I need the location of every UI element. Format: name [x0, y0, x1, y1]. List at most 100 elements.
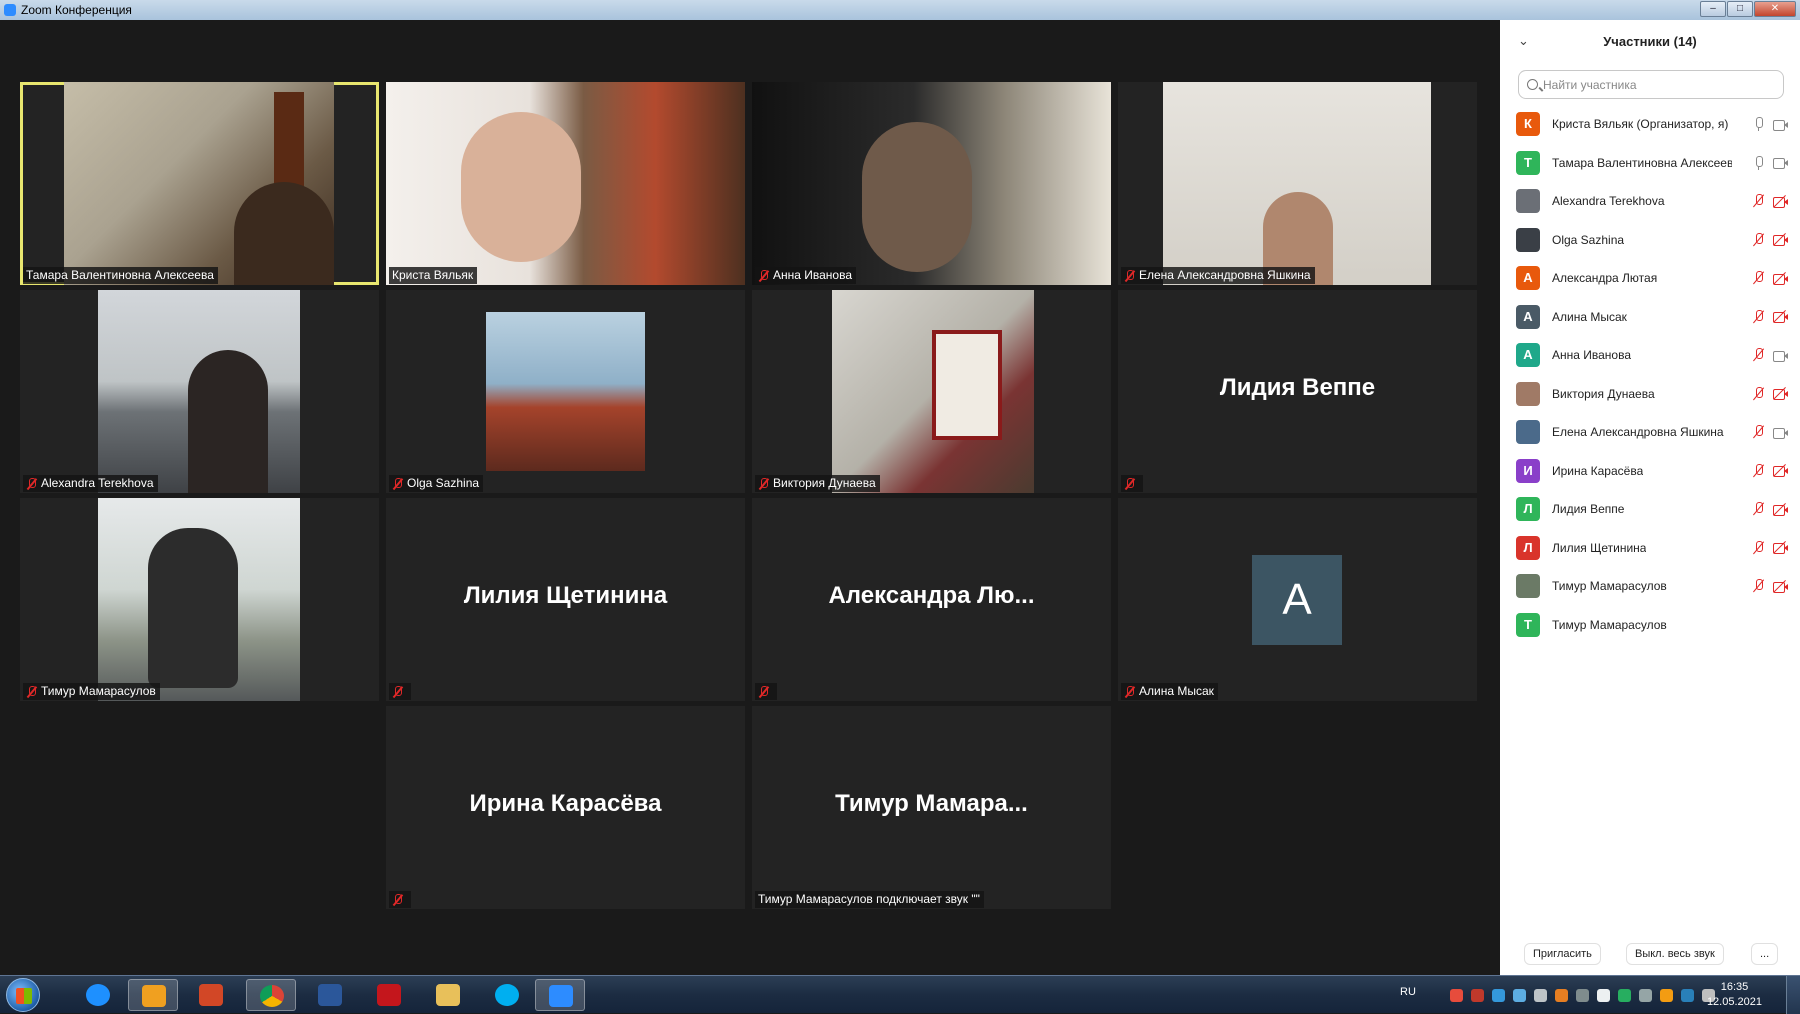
minimize-button[interactable]: – — [1700, 1, 1726, 17]
mic-muted-icon[interactable] — [1753, 425, 1764, 439]
language-indicator[interactable]: RU — [1400, 986, 1416, 998]
clock[interactable]: 16:35 12.05.2021 — [1707, 980, 1762, 1010]
powerpoint-icon[interactable] — [186, 979, 236, 1011]
participant-name-tag — [1121, 475, 1143, 492]
participant-avatar — [1516, 574, 1540, 599]
mic-muted-icon[interactable] — [1753, 348, 1764, 362]
invite-button[interactable]: Пригласить — [1524, 943, 1601, 965]
participant-row[interactable]: К Криста Вяльяк (Организатор, я) — [1500, 105, 1800, 144]
more-options-button[interactable]: ... — [1751, 943, 1779, 965]
mic-muted-icon[interactable] — [1753, 309, 1764, 324]
video-tile[interactable]: Тамара Валентиновна Алексеева — [20, 82, 379, 285]
internet-explorer-icon[interactable] — [73, 979, 123, 1011]
file-explorer-icon[interactable] — [423, 979, 473, 1011]
video-tile[interactable]: Анна Иванова — [752, 82, 1111, 285]
mic-muted-icon[interactable] — [1753, 386, 1764, 401]
participant-name-tag: Olga Sazhina — [389, 475, 484, 492]
participant-name: Анна Иванова — [1552, 348, 1632, 363]
acrobat-tray-icon[interactable] — [1471, 989, 1484, 1002]
mute-all-button[interactable]: Выкл. весь звук — [1626, 943, 1724, 965]
flag-icon[interactable] — [1597, 989, 1610, 1002]
acrobat-icon[interactable] — [364, 979, 414, 1011]
participant-name-tag: Анна Иванова — [755, 267, 857, 284]
video-tile[interactable]: Olga Sazhina — [386, 290, 745, 493]
video-tile[interactable]: Лидия Веппе — [1118, 290, 1477, 493]
close-button[interactable]: ✕ — [1754, 1, 1796, 17]
volume-icon[interactable] — [1534, 989, 1547, 1002]
participant-row[interactable]: А Александра Лютая — [1500, 259, 1800, 298]
video-tile[interactable]: Криста Вяльяк — [386, 82, 745, 285]
video-tile[interactable]: Виктория Дунаева — [752, 290, 1111, 493]
search-input[interactable] — [1543, 77, 1763, 92]
word-icon[interactable] — [305, 979, 355, 1011]
participant-row[interactable]: А Алина Мысак — [1500, 298, 1800, 337]
participant-name-tag: Криста Вяльяк — [389, 267, 478, 284]
tile-name: Елена Александровна Яшкина — [1139, 268, 1311, 282]
signal-icon[interactable] — [1639, 989, 1652, 1002]
camera-icon[interactable] — [1773, 427, 1788, 439]
mute-tray-icon[interactable] — [1576, 989, 1589, 1002]
participant-row[interactable]: Olga Sazhina — [1500, 221, 1800, 260]
chrome-icon[interactable] — [246, 979, 296, 1011]
participant-avatar — [1516, 381, 1540, 406]
mic-icon[interactable] — [1753, 155, 1764, 170]
start-button[interactable] — [6, 978, 40, 1012]
nvidia-icon[interactable] — [1618, 989, 1631, 1002]
participant-row[interactable]: Т Тамара Валентиновна Алексеева — [1500, 144, 1800, 183]
participant-name: Алина Мысак — [1552, 309, 1627, 324]
camera-icon[interactable] — [1773, 350, 1788, 362]
mic-muted-icon[interactable] — [1753, 232, 1764, 247]
camera-off-icon[interactable] — [1773, 386, 1788, 401]
participant-row[interactable]: И Ирина Карасёва — [1500, 452, 1800, 491]
video-tile[interactable]: Ирина Карасёва — [386, 706, 745, 909]
mic-muted-icon[interactable] — [1753, 579, 1764, 593]
participant-row[interactable]: Л Лидия Веппе — [1500, 490, 1800, 529]
zoom-tray-icon[interactable] — [1492, 989, 1505, 1002]
video-tile[interactable]: Елена Александровна Яшкина — [1118, 82, 1477, 285]
camera-off-icon[interactable] — [1773, 309, 1788, 324]
zoom-icon[interactable] — [535, 979, 585, 1011]
mic-muted-icon[interactable] — [1753, 502, 1764, 516]
video-tile[interactable]: Лилия Щетинина — [386, 498, 745, 701]
participant-row[interactable]: Тимур Мамарасулов — [1500, 567, 1800, 606]
mic-muted-icon — [392, 685, 403, 698]
camera-off-icon[interactable] — [1773, 194, 1788, 208]
participant-row[interactable]: Л Лилия Щетинина — [1500, 529, 1800, 568]
mic-muted-icon[interactable] — [1753, 463, 1764, 478]
participant-row[interactable]: Виктория Дунаева — [1500, 375, 1800, 414]
video-tile[interactable]: Александра Лю... — [752, 498, 1111, 701]
windows-logo-icon — [16, 988, 32, 1004]
participant-row[interactable]: А Анна Иванова — [1500, 336, 1800, 375]
camera-off-icon[interactable] — [1773, 232, 1788, 247]
mic-icon[interactable] — [1753, 117, 1764, 131]
participant-status-icons — [1753, 271, 1788, 285]
media-player-icon[interactable] — [128, 979, 178, 1011]
camera-off-icon[interactable] — [1773, 540, 1788, 555]
skype-icon[interactable] — [482, 979, 532, 1011]
update-icon[interactable] — [1660, 989, 1673, 1002]
camera-icon[interactable] — [1773, 157, 1788, 169]
bluetooth-icon[interactable] — [1681, 989, 1694, 1002]
camera-off-icon[interactable] — [1773, 271, 1788, 285]
video-tile[interactable]: Alexandra Terekhova — [20, 290, 379, 493]
camera-icon[interactable] — [1773, 119, 1788, 131]
maximize-button[interactable]: □ — [1727, 1, 1753, 17]
participant-search[interactable] — [1518, 70, 1784, 99]
app-tray-icon[interactable] — [1555, 989, 1568, 1002]
camera-off-icon[interactable] — [1773, 502, 1788, 516]
participant-row[interactable]: Елена Александровна Яшкина — [1500, 413, 1800, 452]
mic-muted-icon[interactable] — [1753, 194, 1764, 208]
participant-status-icons — [1753, 386, 1788, 401]
video-tile[interactable]: A Алина Мысак — [1118, 498, 1477, 701]
camera-off-icon[interactable] — [1773, 579, 1788, 593]
participant-row[interactable]: Alexandra Terekhova — [1500, 182, 1800, 221]
video-tile[interactable]: Тимур Мамара... Тимур Мамарасулов подклю… — [752, 706, 1111, 909]
mic-muted-icon[interactable] — [1753, 271, 1764, 285]
yandex-icon[interactable] — [1450, 989, 1463, 1002]
mic-muted-icon[interactable] — [1753, 540, 1764, 555]
network-icon[interactable] — [1513, 989, 1526, 1002]
video-tile[interactable]: Тимур Мамарасулов — [20, 498, 379, 701]
show-desktop-button[interactable] — [1786, 976, 1800, 1014]
camera-off-icon[interactable] — [1773, 463, 1788, 478]
participant-row[interactable]: Т Тимур Мамарасулов — [1500, 606, 1800, 645]
